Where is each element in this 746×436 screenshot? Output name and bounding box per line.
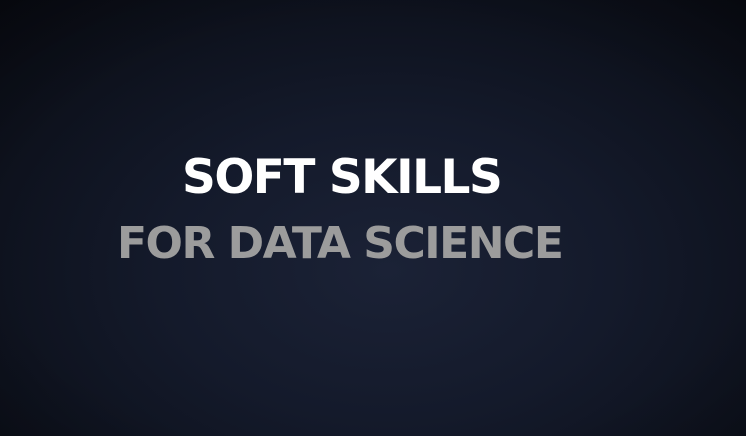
title-line-secondary: FOR DATA SCIENCE (117, 218, 564, 269)
title-line-primary: SOFT SKILLS (182, 150, 503, 205)
title-block: SOFT SKILLS FOR DATA SCIENCE (0, 0, 746, 436)
